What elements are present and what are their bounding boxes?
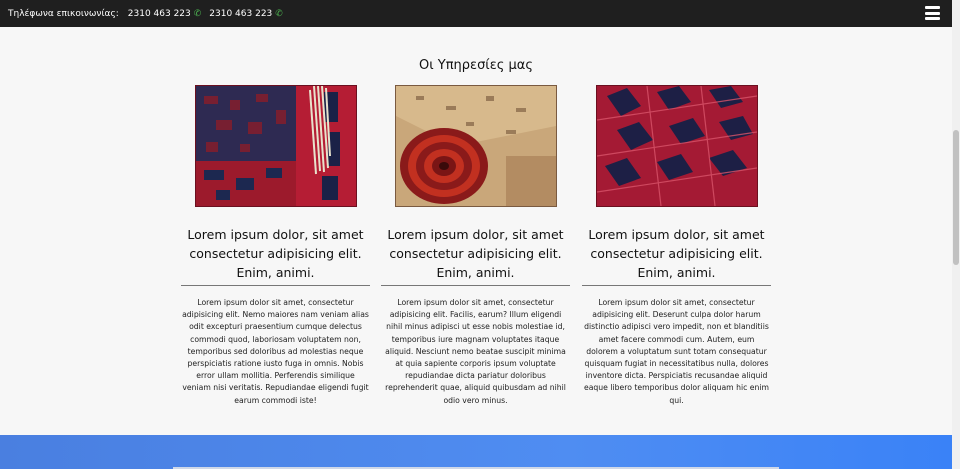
service-card-text: Lorem ipsum dolor sit amet, consectetur …	[583, 298, 769, 405]
service-card-text: Lorem ipsum dolor sit amet, consectetur …	[385, 298, 566, 405]
page-scrollbar[interactable]	[952, 0, 960, 469]
divider	[582, 285, 771, 286]
service-card-text: Lorem ipsum dolor sit amet, consectetur …	[182, 298, 369, 405]
services-title: Οι Υπηρεσίες μας	[419, 58, 533, 73]
rug-corner-fringe-image	[194, 85, 357, 207]
contact-phones-label: Τηλέφωνα επικοινωνίας:	[8, 8, 119, 19]
footer-band	[0, 435, 952, 469]
service-card-heading: Lorem ipsum dolor, sit amet consectetur …	[187, 227, 364, 280]
phone-number-2[interactable]: 2310 463 223 ✆	[209, 9, 283, 19]
phone-icon: ✆	[193, 8, 202, 19]
service-card-heading: Lorem ipsum dolor, sit amet consectetur …	[387, 227, 564, 280]
rolled-rug-image	[394, 85, 557, 207]
service-card-3: Lorem ipsum dolor, sit amet consectetur …	[582, 85, 771, 407]
red-pattern-rug-image	[595, 85, 758, 207]
divider	[181, 285, 370, 286]
divider	[381, 285, 570, 286]
phone-number-2-text: 2310 463 223	[209, 8, 273, 19]
top-bar: Τηλέφωνα επικοινωνίας: 2310 463 223 ✆ 23…	[0, 0, 952, 27]
phone-number-1[interactable]: 2310 463 223 ✆	[128, 9, 202, 19]
phone-number-1-text: 2310 463 223	[127, 8, 191, 19]
hamburger-menu-icon[interactable]	[925, 6, 940, 20]
service-card-2: Lorem ipsum dolor, sit amet consectetur …	[381, 85, 570, 407]
phone-icon: ✆	[275, 8, 283, 19]
service-card-1: Lorem ipsum dolor, sit amet consectetur …	[181, 85, 370, 407]
service-card-heading: Lorem ipsum dolor, sit amet consectetur …	[588, 227, 765, 280]
scrollbar-thumb[interactable]	[953, 130, 959, 265]
